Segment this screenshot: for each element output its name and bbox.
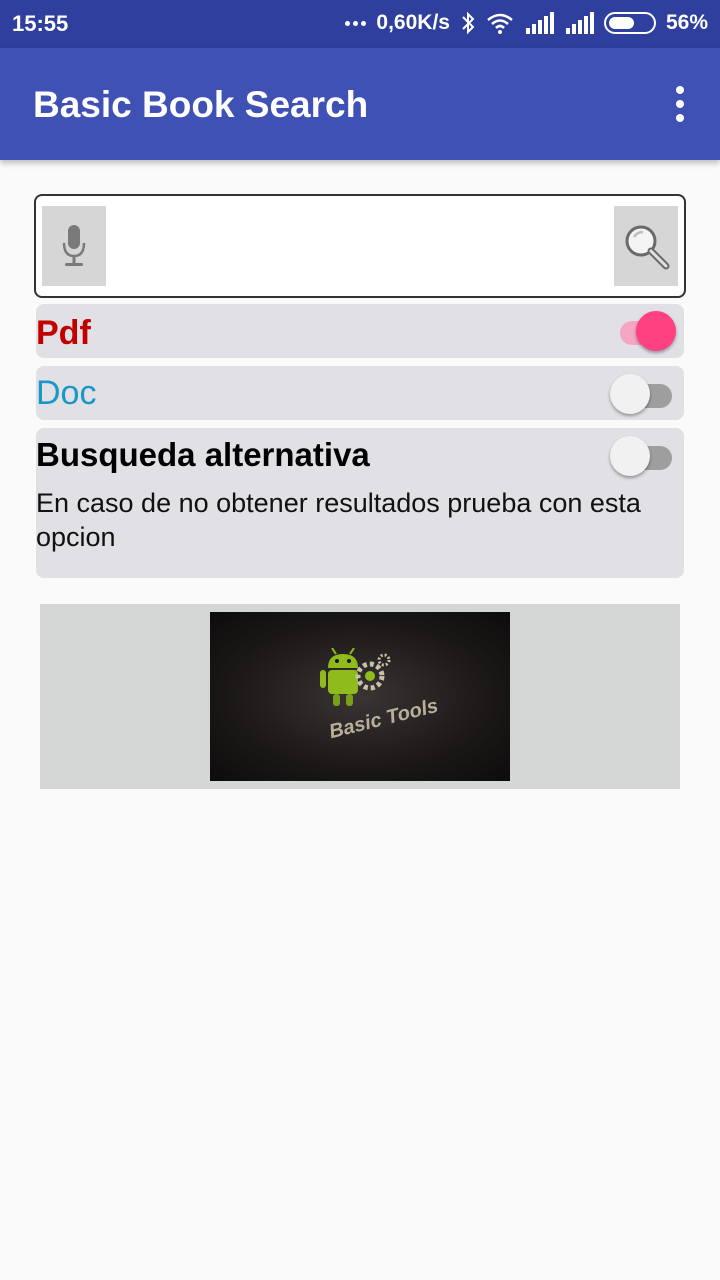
alternative-search-option[interactable]: Busqueda alternativa En caso de no obten… [36,428,684,578]
doc-label: Doc [36,374,97,412]
ad-banner[interactable]: Basic Tools [40,604,680,789]
pdf-toggle-thumb [636,311,676,351]
voice-search-button[interactable] [42,206,106,286]
status-icons: 0,60K/s 56% [345,11,708,35]
battery-percent: 56% [665,11,708,34]
app-bar: Basic Book Search [0,48,720,160]
doc-toggle-thumb [610,374,650,414]
search-input[interactable] [116,206,604,286]
pdf-label: Pdf [36,314,91,352]
alternative-search-toggle-thumb [610,436,650,476]
alternative-search-description: En caso de no obtener resultados prueba … [36,488,641,552]
alternative-search-toggle[interactable] [610,434,676,478]
banner-image[interactable]: Basic Tools [210,612,510,781]
bluetooth-icon [462,11,475,35]
search-button[interactable] [614,206,678,286]
alternative-search-label: Busqueda alternativa [36,436,370,473]
doc-option-row[interactable]: Doc [36,366,684,420]
status-time: 15:55 [12,11,69,36]
battery-icon [603,12,656,34]
search-box [34,194,686,298]
pdf-toggle[interactable] [610,309,676,353]
microphone-icon [62,225,86,266]
search-icon [625,225,670,270]
app-title: Basic Book Search [33,84,369,125]
signal-icon-2 [565,12,594,34]
battery-level [608,17,634,29]
pdf-option-row[interactable]: Pdf [36,304,684,358]
doc-toggle[interactable] [610,372,676,416]
network-speed: 0,60K/s [376,11,450,34]
android-robot-logo [320,648,391,706]
wifi-icon [487,13,513,34]
more-notifications-icon [345,20,367,26]
status-bar: 15:55 0,60K/s 56% [0,0,720,48]
signal-icon [525,12,554,34]
overflow-menu-icon[interactable] [670,86,690,122]
